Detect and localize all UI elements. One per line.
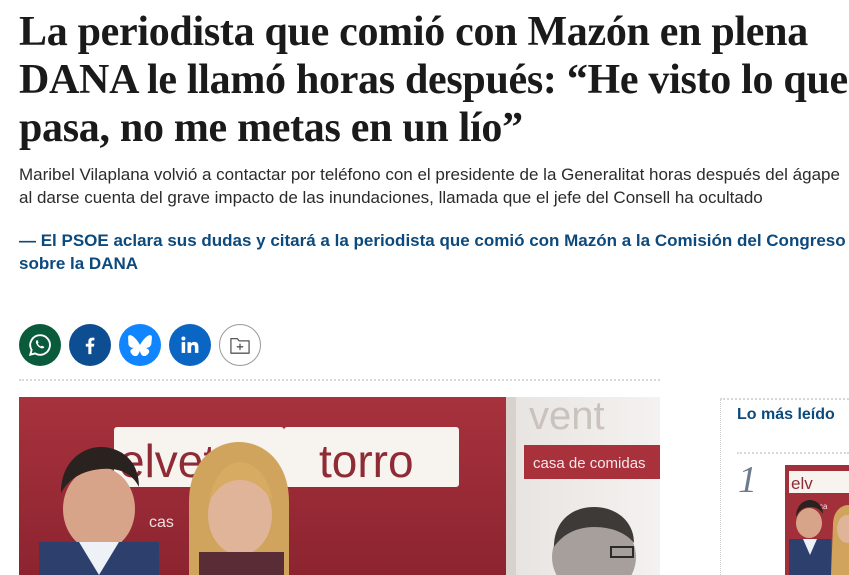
- sidebar-divider: [737, 452, 849, 454]
- whatsapp-icon: [28, 334, 51, 357]
- facebook-icon: [85, 337, 95, 355]
- linkedin-share-button[interactable]: [169, 324, 211, 366]
- save-folder-icon: [230, 338, 250, 354]
- sidebar-title: Lo más leído: [737, 406, 835, 423]
- thumb-sign-text: elv: [791, 474, 813, 493]
- article-subhead: Maribel Vilaplana volvió a contactar por…: [19, 165, 840, 207]
- share-bar: [19, 324, 261, 366]
- most-read-rank: 1: [738, 459, 757, 501]
- article-photo-illustration: elvet torro cas as vent casa de comidas: [19, 397, 660, 575]
- article-headline: La periodista que comió con Mazón en ple…: [19, 9, 848, 151]
- photo-right-sign: vent: [529, 397, 605, 438]
- facebook-share-button[interactable]: [69, 324, 111, 366]
- photo-sign-sub-1: cas: [149, 514, 174, 531]
- thumbnail-illustration: elv ca: [785, 465, 849, 575]
- article-main-photo[interactable]: elvet torro cas as vent casa de comidas: [19, 397, 660, 575]
- linkedin-icon: [181, 336, 199, 353]
- sidebar-top-divider: [720, 398, 849, 400]
- bluesky-icon: [128, 335, 152, 356]
- whatsapp-share-button[interactable]: [19, 324, 61, 366]
- content-divider: [19, 379, 660, 381]
- related-article-link[interactable]: — El PSOE aclara sus dudas y citará a la…: [19, 229, 849, 275]
- photo-sign-text-2: torro: [319, 435, 414, 487]
- most-read-thumbnail[interactable]: elv ca: [785, 465, 849, 575]
- photo-right-sign-sub: casa de comidas: [533, 455, 646, 472]
- bluesky-share-button[interactable]: [119, 324, 161, 366]
- save-article-button[interactable]: [219, 324, 261, 366]
